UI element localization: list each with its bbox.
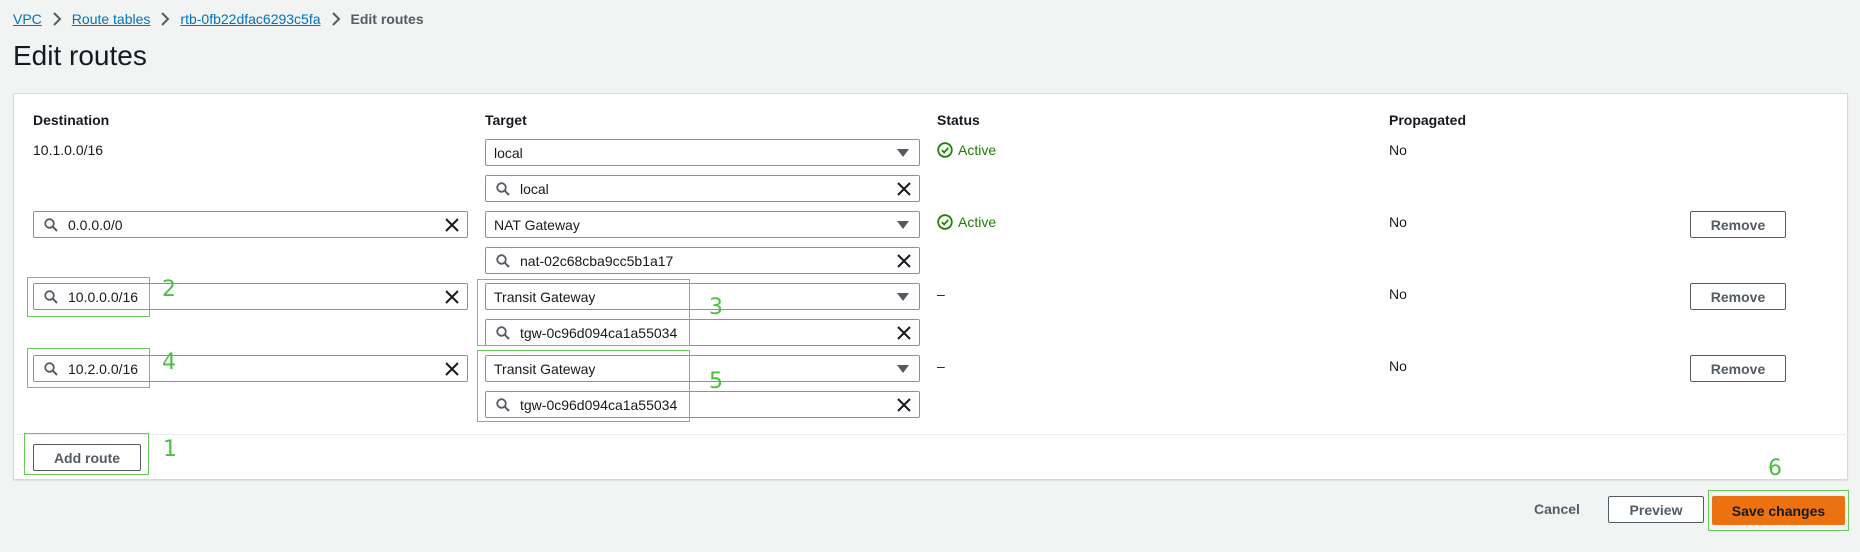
search-icon [34, 217, 68, 232]
annotation-box-3 [477, 279, 690, 346]
route-status-text: Active [958, 142, 997, 158]
routes-panel-footer [13, 434, 1848, 480]
caret-down-icon [887, 364, 919, 374]
annotation-box-2 [27, 277, 150, 317]
annotation-number-1: 1 [163, 437, 177, 462]
preview-button[interactable]: Preview [1608, 496, 1704, 523]
route-propagated: No [1389, 214, 1407, 230]
column-header-propagated: Propagated [1389, 112, 1467, 128]
target-id-value: local [520, 180, 549, 197]
annotation-box-4 [27, 348, 150, 388]
target-type-value: NAT Gateway [494, 216, 580, 233]
check-circle-icon [937, 142, 953, 158]
annotation-number-5: 5 [709, 369, 723, 394]
clear-icon[interactable] [889, 397, 919, 412]
page-title: Edit routes [13, 40, 147, 71]
chevron-right-icon [42, 9, 72, 29]
breadcrumb-route-table-link[interactable]: rtb-0fb22dfac6293c5fa [180, 11, 320, 27]
clear-icon[interactable] [889, 325, 919, 340]
route-destination-text: 10.1.0.0/16 [33, 142, 104, 158]
breadcrumb-vpc-link[interactable]: VPC [13, 11, 42, 27]
caret-down-icon [887, 292, 919, 302]
annotation-number-3: 3 [709, 295, 723, 320]
clear-icon[interactable] [889, 253, 919, 268]
destination-value: 0.0.0.0/0 [68, 216, 123, 233]
annotation-number-4: 4 [162, 350, 176, 375]
caret-down-icon [887, 148, 919, 158]
route-propagated: No [1389, 358, 1407, 374]
remove-route-button[interactable]: Remove [1690, 355, 1786, 382]
clear-icon[interactable] [437, 361, 467, 376]
clear-icon[interactable] [437, 217, 467, 232]
column-header-status: Status [937, 112, 980, 128]
caret-down-icon [887, 220, 919, 230]
annotation-box-6 [1708, 490, 1849, 531]
breadcrumb-route-tables-link[interactable]: Route tables [72, 11, 151, 27]
route-status-text: – [937, 358, 945, 374]
route-status-text: – [937, 286, 945, 302]
cancel-button[interactable]: Cancel [1534, 501, 1580, 517]
clear-icon[interactable] [889, 181, 919, 196]
column-header-target: Target [485, 112, 527, 128]
destination-input[interactable]: 0.0.0.0/0 [33, 211, 468, 238]
target-id-input[interactable]: local [485, 175, 920, 202]
route-propagated: No [1389, 142, 1407, 158]
annotation-box-1 [24, 433, 149, 475]
target-type-select[interactable]: local [485, 139, 920, 166]
search-icon [486, 253, 520, 268]
route-status: Active [937, 142, 996, 158]
search-icon [486, 181, 520, 196]
annotation-box-5 [477, 350, 690, 422]
check-circle-icon [937, 214, 953, 230]
route-propagated: No [1389, 286, 1407, 302]
target-id-input[interactable]: nat-02c68cba9cc5b1a17 [485, 247, 920, 274]
remove-route-button[interactable]: Remove [1690, 211, 1786, 238]
column-header-destination: Destination [33, 112, 110, 128]
chevron-right-icon [150, 9, 180, 29]
remove-route-button[interactable]: Remove [1690, 283, 1786, 310]
annotation-number-6: 6 [1768, 456, 1782, 481]
target-type-value: local [494, 144, 523, 161]
chevron-right-icon [321, 9, 351, 29]
target-type-select[interactable]: NAT Gateway [485, 211, 920, 238]
annotation-number-2: 2 [162, 277, 176, 302]
clear-icon[interactable] [437, 289, 467, 304]
breadcrumb-current: Edit routes [350, 11, 424, 27]
target-id-value: nat-02c68cba9cc5b1a17 [520, 252, 674, 269]
breadcrumb: VPC Route tables rtb-0fb22dfac6293c5fa E… [13, 9, 424, 29]
route-status: Active [937, 214, 996, 230]
route-status-text: Active [958, 214, 997, 230]
